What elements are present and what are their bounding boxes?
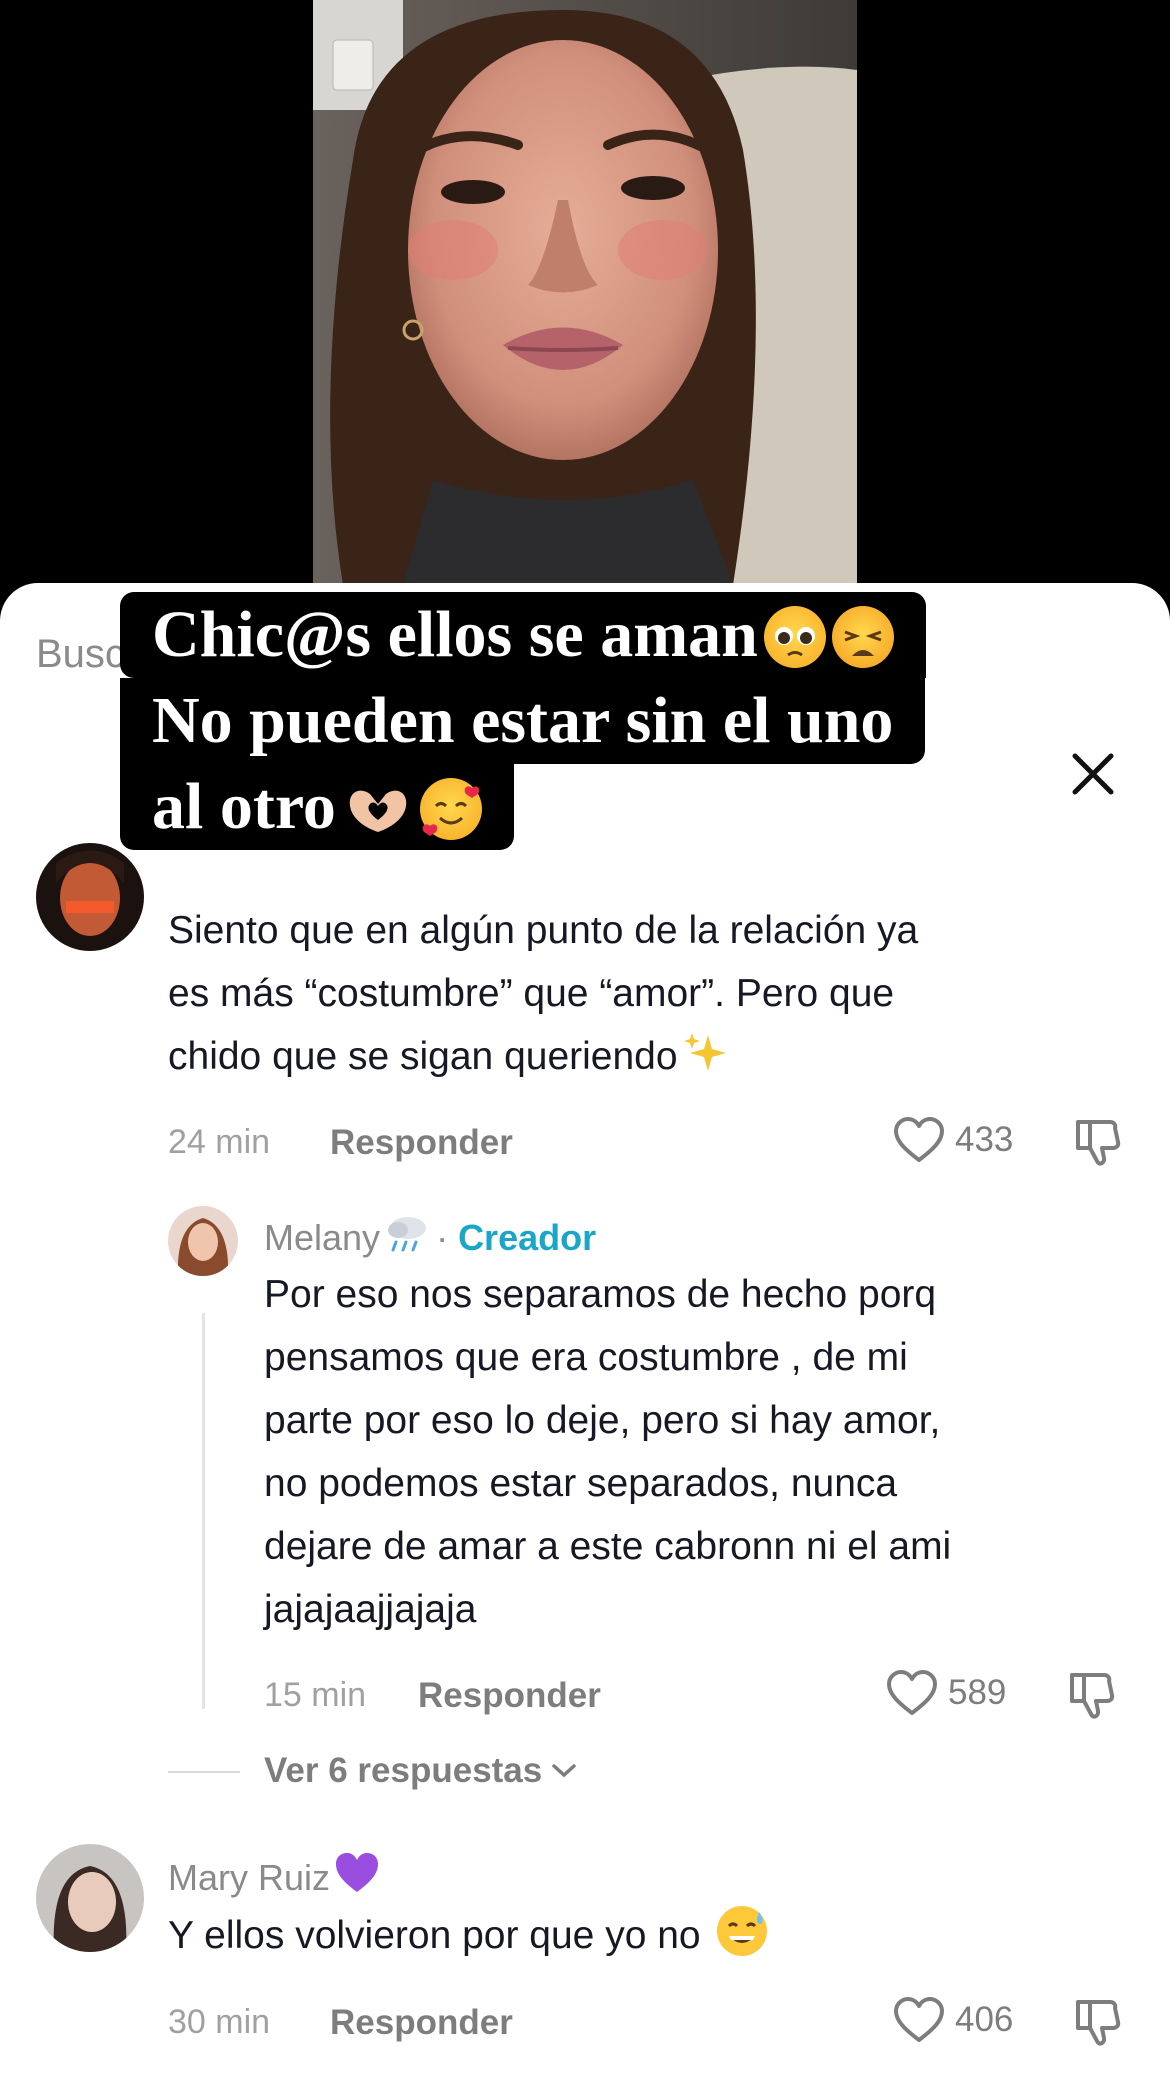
comment-text: Y ellos volvieron por que yo no	[168, 1904, 1128, 1967]
reply-button[interactable]: Responder	[330, 1123, 513, 1163]
reply-thread-line	[202, 1313, 205, 1709]
dislike-button[interactable]	[1066, 1669, 1118, 1726]
dislike-icon	[1070, 1673, 1115, 1719]
avatar[interactable]	[36, 1844, 144, 1952]
comment-time: 24 min	[168, 1123, 271, 1161]
caption-line: No pueden estar sin el uno	[120, 678, 926, 764]
view-replies-label: Ver 6 respuestas	[264, 1751, 543, 1790]
pleading-face-emoji	[763, 606, 826, 668]
purple-heart-emoji	[334, 1850, 379, 1892]
view-replies-divider	[168, 1771, 240, 1773]
username[interactable]: Melany · Creador	[264, 1210, 596, 1259]
dislike-icon	[1076, 1120, 1121, 1166]
sparkles-emoji	[682, 1029, 726, 1071]
creator-badge: Creador	[458, 1217, 597, 1258]
like-count: 589	[948, 1673, 1007, 1712]
comment-text: Siento que en algún punto de la relación…	[168, 909, 919, 1078]
avatar[interactable]	[168, 1206, 238, 1276]
like-count: 406	[955, 2000, 1014, 2039]
dislike-button[interactable]	[1072, 1116, 1124, 1173]
weary-face-emoji	[831, 606, 894, 668]
badge-separator: ·	[436, 1217, 449, 1258]
video-player[interactable]	[0, 0, 1170, 600]
caption-line: al otro	[120, 764, 514, 850]
heart-icon	[894, 1117, 944, 1162]
like-button[interactable]: 406	[893, 1996, 1013, 2044]
video-person-image	[313, 0, 857, 585]
view-replies-button[interactable]: Ver 6 respuestas	[264, 1751, 578, 1791]
heart-icon	[894, 1997, 944, 2042]
cloud-rain-emoji	[384, 1210, 427, 1252]
smiling-hearts-emoji	[419, 778, 482, 840]
avatar-image	[36, 843, 144, 951]
video-frame	[313, 0, 857, 585]
heart-hands-emoji	[342, 778, 414, 840]
avatar-image	[168, 1206, 238, 1276]
close-button[interactable]	[1067, 748, 1119, 800]
chevron-down-icon	[552, 1764, 576, 1778]
comment-text: Por eso nos separamos de hecho porq pens…	[264, 1273, 952, 1631]
search-label[interactable]: Busc	[36, 632, 125, 677]
close-icon	[1072, 753, 1114, 795]
comment-time: 30 min	[168, 2003, 271, 2041]
sweat-smile-emoji	[715, 1904, 769, 1958]
avatar[interactable]	[36, 843, 144, 951]
heart-icon	[887, 1670, 937, 1715]
like-button[interactable]: 433	[893, 1116, 1013, 1164]
reply-button[interactable]: Responder	[418, 1676, 601, 1716]
avatar-image	[36, 1844, 144, 1952]
reply-button[interactable]: Responder	[330, 2003, 513, 2043]
like-button[interactable]: 589	[886, 1669, 1006, 1717]
comment-time: 15 min	[264, 1676, 367, 1714]
dislike-icon	[1076, 2000, 1121, 2046]
like-count: 433	[955, 1120, 1014, 1159]
username[interactable]: Mary Ruiz	[168, 1850, 379, 1899]
dislike-button[interactable]	[1072, 1996, 1124, 2053]
caption-line: Chic@s ellos se aman	[120, 592, 926, 678]
